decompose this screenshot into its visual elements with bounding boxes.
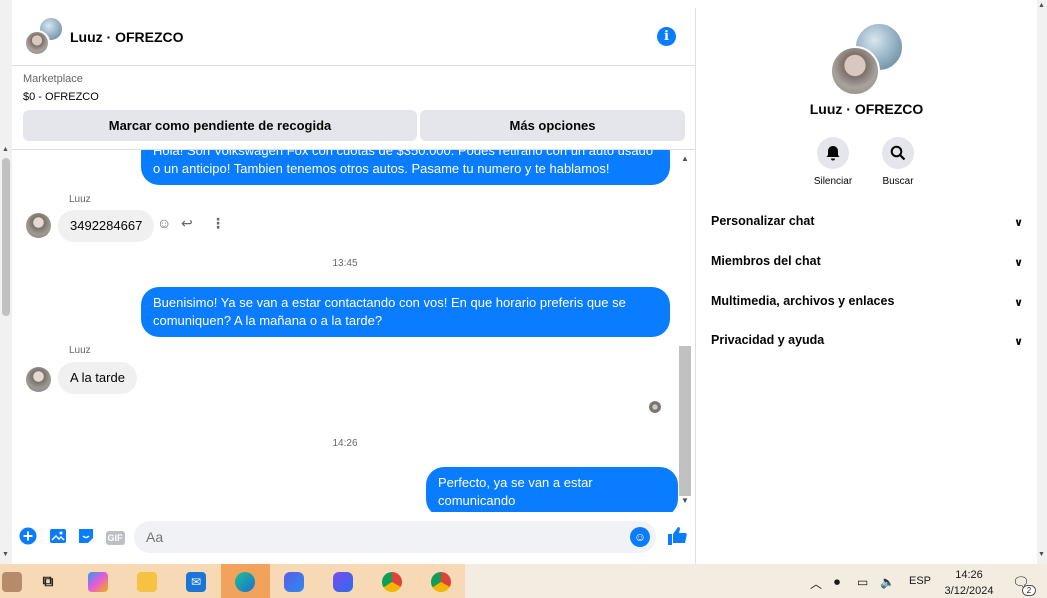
search-icon [882,137,914,169]
details-title: Luuz · OFREZCO [809,101,924,117]
page-scroll-thumb[interactable] [2,158,10,316]
clock-date: 3/12/2024 [944,585,994,597]
scroll-down-arrow[interactable]: ▼ [2,551,9,558]
info-icon[interactable]: i [657,27,676,46]
section-privacy-help[interactable]: Privacidad y ayuda ∨ [711,333,1023,353]
chevron-up-icon[interactable]: ︿ [810,575,822,592]
notification-count: 2 [1022,585,1036,596]
chevron-down-icon: ∨ [1014,336,1023,348]
more-actions-icon[interactable]: ⋮ [211,215,225,232]
outgoing-message[interactable]: Buenisimo! Ya se van a estar contactando… [141,287,670,337]
react-emoji-icon[interactable]: ☺ [157,215,171,231]
desktop-thumbnail-icon[interactable] [2,572,22,592]
search-label: Buscar [882,176,914,187]
input-language[interactable]: ESP [909,575,931,587]
reply-icon[interactable]: ↩ [181,215,193,232]
section-chat-members[interactable]: Miembros del chat ∨ [711,254,1023,274]
outgoing-message[interactable]: Hola! Son Volkswagen Fox con cuotas de $… [141,150,670,185]
microsoft-365-icon[interactable] [284,572,304,592]
outgoing-message[interactable]: Perfecto, ya se van a estar comunicando [426,467,678,512]
section-label: Miembros del chat [711,254,821,268]
chat-title[interactable]: Luuz · OFREZCO [70,29,184,45]
bell-icon [817,137,849,169]
scroll-down-arrow[interactable]: ▼ [1038,551,1045,558]
message-input[interactable] [134,521,656,553]
plus-icon[interactable] [18,527,38,547]
chrome-icon[interactable] [382,572,402,592]
file-explorer-icon[interactable] [137,572,157,592]
photo-icon[interactable] [48,527,68,547]
mute-label: Silenciar [813,176,853,187]
scroll-thumb[interactable] [679,346,691,496]
sender-avatar[interactable] [26,213,51,238]
clock-time: 14:26 [955,569,983,581]
listing-title[interactable]: $0 - OFREZCO [23,91,99,103]
page-scrollbar-left[interactable]: ▲ ▼ [0,0,12,564]
user-avatar [830,46,880,96]
sender-name: Luuz [69,194,91,205]
incoming-message[interactable]: 3492284667 [58,210,155,242]
volume-icon[interactable]: 🔈 [880,575,895,589]
details-avatar[interactable] [830,22,904,96]
more-options-button[interactable]: Más opciones [420,110,685,141]
camera-status-icon[interactable]: ⏺ [834,575,840,590]
chat-avatar[interactable] [24,16,64,58]
seen-indicator-avatar [649,401,661,413]
like-icon[interactable] [667,526,687,551]
user-avatar [24,30,50,56]
copilot-icon[interactable] [88,572,108,592]
section-label: Privacidad y ayuda [711,333,825,347]
chat-header: Luuz · OFREZCO i [12,8,695,66]
timestamp: 14:26 [332,438,358,449]
section-label: Multimedia, archivos y enlaces [711,294,895,308]
gif-icon[interactable]: GIF [104,527,126,547]
section-label: Personalizar chat [711,214,815,228]
edge-icon[interactable] [235,572,255,592]
system-clock[interactable]: 14:26 3/12/2024 [932,567,1006,598]
emoji-icon[interactable]: ☺ [630,527,650,547]
search-button[interactable]: Buscar [868,137,928,187]
task-view-icon[interactable]: ⧉ [38,572,58,592]
panel-divider [695,8,696,564]
section-customize-chat[interactable]: Personalizar chat ∨ [711,214,1023,234]
scroll-up-arrow[interactable]: ▲ [1038,2,1045,9]
marketplace-label: Marketplace [23,73,83,85]
sticker-icon[interactable] [76,527,96,547]
chevron-down-icon: ∨ [1014,297,1023,309]
mark-pending-pickup-button[interactable]: Marcar como pendiente de recogida [23,110,417,141]
message-scrollbar[interactable]: ▲ ▼ [678,152,692,510]
timestamp: 13:45 [332,258,358,269]
incoming-message[interactable]: A la tarde [58,362,137,394]
scroll-up-arrow[interactable]: ▲ [2,146,9,153]
microsoft-365-icon[interactable] [333,572,353,592]
scroll-down-arrow[interactable]: ▼ [681,496,689,505]
message-list[interactable]: Hola! Son Volkswagen Fox con cuotas de $… [12,150,678,512]
mail-icon[interactable]: ✉ [186,572,206,592]
message-composer: GIF ☺ [12,518,695,558]
chevron-down-icon: ∨ [1014,257,1023,269]
gif-label: GIF [105,531,125,545]
chrome-icon[interactable] [431,572,451,592]
mute-button[interactable]: Silenciar [803,137,863,187]
section-media-files-links[interactable]: Multimedia, archivos y enlaces ∨ [711,294,1023,314]
chevron-down-icon: ∨ [1014,217,1023,229]
page-scrollbar-right[interactable]: ▲ ▼ [1037,0,1047,564]
sender-name: Luuz [69,345,91,356]
battery-icon[interactable]: ▭ [857,575,868,589]
sender-avatar[interactable] [26,367,51,392]
